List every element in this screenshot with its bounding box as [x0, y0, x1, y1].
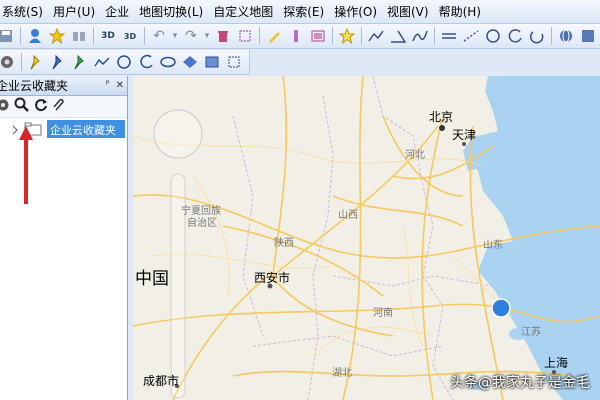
pin-blue-icon[interactable] — [48, 52, 68, 72]
toolbar-separator — [144, 27, 145, 45]
toolbar-separator — [551, 27, 552, 45]
tree-node-enterprise-favorites[interactable]: 企业云收藏夹 — [47, 120, 125, 138]
toolbar-separator — [20, 27, 21, 45]
map-label-china: 中国 — [135, 269, 169, 289]
pin-yellow-icon[interactable] — [26, 52, 46, 72]
toolbar-separator — [93, 27, 94, 45]
draw-line-icon[interactable] — [366, 26, 386, 46]
menu-explore[interactable]: 探索(E) — [278, 0, 329, 24]
red-arrow-annotation — [19, 126, 33, 204]
star-icon[interactable] — [47, 26, 67, 46]
map-label-ningxia-2: 自治区 — [187, 218, 217, 229]
map-label-shaanxi: 陕西 — [274, 238, 294, 249]
delete-icon[interactable] — [213, 26, 233, 46]
menu-view[interactable]: 视图(V) — [382, 0, 434, 24]
draw-toolbar — [0, 50, 250, 75]
search-icon[interactable] — [14, 97, 30, 116]
map-canvas — [133, 76, 600, 400]
panel-title: 企业云收藏夹 — [0, 79, 69, 93]
menu-custom-map[interactable]: 自定义地图 — [208, 0, 278, 24]
map-label-hebei: 河北 — [405, 150, 425, 161]
toolbar-separator — [361, 27, 362, 45]
menu-map-switch[interactable]: 地图切换(L) — [134, 0, 208, 24]
menu-help[interactable]: 帮助(H) — [434, 0, 486, 24]
undo-icon[interactable]: ↶ — [149, 26, 169, 46]
pin-icon[interactable]: ᴾ — [106, 80, 110, 91]
view-3d-button[interactable]: 3D — [98, 26, 118, 46]
map-label-xian: 西安市 — [254, 271, 291, 285]
map-label-hubei: 湖北 — [332, 368, 352, 379]
dotted-line-icon[interactable] — [461, 26, 481, 46]
map-label-tianjin: 天津 — [452, 128, 477, 142]
save-icon[interactable] — [0, 26, 16, 46]
circle-tool-icon[interactable] — [483, 26, 503, 46]
ellipse-icon[interactable] — [158, 52, 178, 72]
toolbar-separator — [332, 27, 333, 45]
panel-header: 企业云收藏夹 ᴾ ✕ — [0, 76, 127, 96]
dropdown-arrow-icon[interactable]: ▾ — [203, 26, 211, 46]
image-icon[interactable] — [308, 26, 328, 46]
main-toolbar: 3D 3D ↶ ▾ ↷ ▾ — [0, 24, 600, 49]
map-label-jiangsu: 江苏 — [521, 327, 541, 338]
arc-icon[interactable] — [136, 52, 156, 72]
region-select-icon[interactable] — [224, 52, 244, 72]
menu-system[interactable]: 系统(S) — [0, 0, 48, 24]
globe-icon[interactable] — [556, 26, 576, 46]
map-label-shanghai: 上海 — [544, 356, 569, 370]
map-label-shanxi: 山西 — [338, 210, 358, 221]
user-icon[interactable] — [25, 26, 45, 46]
toolbar-separator — [434, 27, 435, 45]
star-edit-icon[interactable] — [337, 26, 357, 46]
view-3d-alt-button[interactable]: 3D — [120, 26, 140, 46]
menu-user[interactable]: 用户(U) — [48, 0, 100, 24]
rectangle-icon[interactable] — [202, 52, 222, 72]
pencil-icon[interactable] — [264, 26, 284, 46]
rotate-tool-icon[interactable] — [527, 26, 547, 46]
close-icon[interactable]: ✕ — [116, 80, 124, 91]
layers-icon[interactable] — [578, 26, 598, 46]
parallel-lines-icon[interactable] — [439, 26, 459, 46]
map-label-chengdu: 成都市 — [143, 374, 180, 388]
map-view[interactable]: 北京 天津 河北 山西 宁夏回族 自治区 陕西 西安市 河南 山东 江苏 上海 … — [133, 76, 600, 400]
toolbar-separator — [21, 53, 22, 71]
settings-icon[interactable] — [0, 52, 17, 72]
favorites-panel: 企业云收藏夹 ᴾ ✕ 企业云收藏夹 — [0, 76, 128, 400]
ruler-icon[interactable] — [286, 26, 306, 46]
menu-operation[interactable]: 操作(O) — [329, 0, 382, 24]
redo-icon[interactable]: ↷ — [181, 26, 201, 46]
pin-green-icon[interactable] — [70, 52, 90, 72]
circle-icon[interactable] — [114, 52, 134, 72]
menu-enterprise[interactable]: 企业 — [100, 0, 134, 24]
gear-icon[interactable] — [0, 98, 10, 115]
map-label-shandong: 山东 — [483, 240, 503, 251]
watermark: 头条@我家丸子是金毛 — [450, 375, 590, 391]
arc-tool-icon[interactable] — [505, 26, 525, 46]
panel-toolbar — [0, 96, 127, 118]
map-label-beijing: 北京 — [429, 110, 454, 124]
map-label-henan: 河南 — [373, 308, 393, 319]
dropdown-arrow-icon[interactable]: ▾ — [171, 26, 179, 46]
select-rect-icon[interactable] — [235, 26, 255, 46]
toolbar-separator — [259, 27, 260, 45]
binoculars-icon[interactable] — [69, 26, 89, 46]
menu-bar: 系统(S) 用户(U) 企业 地图切换(L) 自定义地图 探索(E) 操作(O)… — [0, 0, 600, 24]
angle-icon[interactable] — [388, 26, 408, 46]
refresh-icon[interactable] — [34, 98, 48, 115]
attach-icon[interactable] — [52, 98, 66, 115]
diamond-icon[interactable] — [180, 52, 200, 72]
curve-icon[interactable] — [410, 26, 430, 46]
polyline-icon[interactable] — [92, 52, 112, 72]
